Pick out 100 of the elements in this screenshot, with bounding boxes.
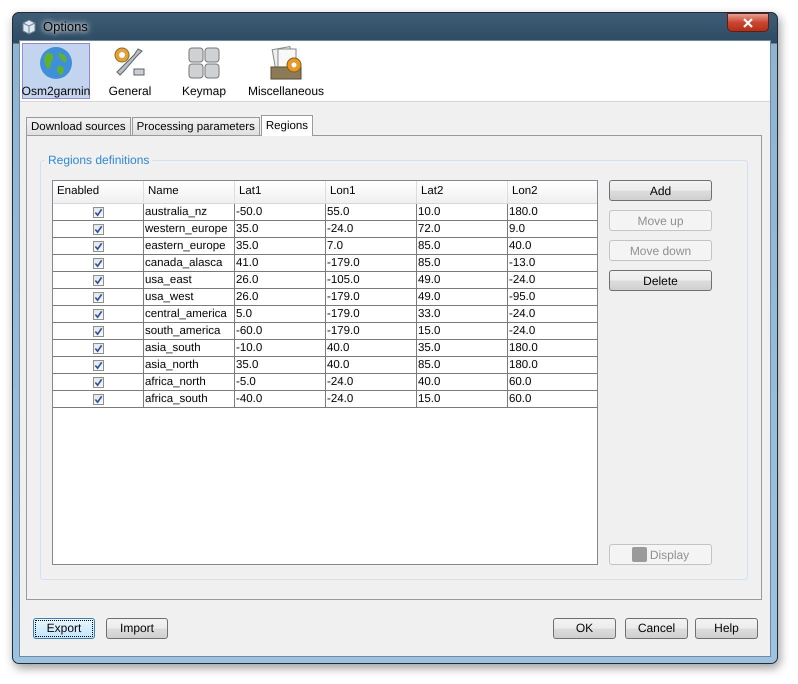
category-item[interactable]: Miscellaneous [244,43,328,99]
table-cell: 15.0 [417,323,508,339]
checkbox[interactable] [92,240,104,252]
checkbox[interactable] [92,224,104,234]
footer-button[interactable]: Help [695,618,758,638]
table-cell-text: -13.0 [508,256,536,271]
tab[interactable]: Processing parameters [132,117,260,135]
checkbox[interactable] [92,326,104,336]
table-cell: south_america [144,323,235,339]
table-cell: -24.0 [326,374,417,390]
table-cell: africa_south [144,391,235,407]
table-cell: -10.0 [235,340,326,356]
category-item[interactable]: Osm2garmin [22,43,90,99]
footer-button[interactable]: Cancel [625,618,688,638]
table-cell: 10.0 [417,204,508,220]
table-cell: 35.0 [235,238,326,254]
table-cell: asia_south [144,340,235,356]
keyboard-keys-icon [186,44,222,80]
table-cell: 41.0 [235,255,326,271]
table-cell-text: -24.0 [508,273,536,288]
table-cell: -179.0 [326,323,417,339]
app-cube-icon [21,18,37,34]
table-cell: western_europe [144,221,235,237]
table-cell-text: -24.0 [508,324,536,339]
table-cell: usa_east [144,272,235,288]
close-button[interactable] [727,13,769,32]
checkbox[interactable] [92,376,104,388]
checkbox[interactable] [92,292,104,302]
category-item[interactable]: General [96,43,164,99]
table-cell: africa_north [144,374,235,390]
table-cell: -105.0 [326,272,417,288]
table-cell-text: 9.0 [508,222,526,237]
footer-button[interactable]: Import [106,618,168,638]
table-cell: 40.0 [326,340,417,356]
checkbox[interactable] [92,274,104,286]
window-title: Options [43,19,88,34]
table-cell-text: 180.0 [508,341,539,356]
table-cell: 15.0 [417,391,508,407]
folder-gear-icon [268,44,304,80]
table-cell: usa_west [144,289,235,305]
table-cell: australia_nz [144,204,235,220]
table-cell: 85.0 [417,255,508,271]
table-cell-text: 40.0 [508,239,532,254]
column-header[interactable]: Enabled [53,181,144,203]
action-button[interactable]: Add [609,180,712,201]
table-cell: 5.0 [235,306,326,322]
checkbox[interactable] [92,258,104,268]
table-cell-text: 180.0 [508,205,539,220]
column-header[interactable]: Lat2 [417,181,508,203]
table-cell: -179.0 [326,289,417,305]
table-cell: canada_alasca [144,255,235,271]
footer-button[interactable]: Export [33,618,95,638]
table-cell: asia_north [144,357,235,373]
table-cell: 55.0 [326,204,417,220]
category-item[interactable]: Keymap [170,43,238,99]
table-cell: -24.0 [326,391,417,407]
table-cell-text: 180.0 [508,358,539,373]
table-cell: 85.0 [417,238,508,254]
table-cell-text: -95.0 [508,290,536,305]
table-cell: -179.0 [326,255,417,271]
column-header[interactable]: Lon2 [508,181,597,203]
table-cell: -24.0 [326,221,417,237]
table-cell: -60.0 [235,323,326,339]
column-header[interactable]: Lon1 [326,181,417,203]
table-cell: 26.0 [235,289,326,305]
table-cell: central_america [144,306,235,322]
table-cell: -40.0 [235,391,326,407]
table-cell: -50.0 [235,204,326,220]
column-header[interactable]: Lat1 [235,181,326,203]
table-cell: 35.0 [235,357,326,373]
table-cell: 49.0 [417,272,508,288]
table-cell: 26.0 [235,272,326,288]
table-cell: 35.0 [417,340,508,356]
checkbox[interactable] [92,394,104,404]
tab[interactable]: Regions [260,115,314,136]
table-cell: 33.0 [417,306,508,322]
checkbox[interactable] [92,342,104,354]
checkbox[interactable] [92,308,104,320]
group-title: Regions definitions [45,153,152,167]
table-cell-text: -24.0 [508,307,536,322]
table-cell: -179.0 [326,306,417,322]
table-cell: 49.0 [417,289,508,305]
globe-icon [38,44,74,80]
checkbox[interactable] [92,360,104,370]
table-cell: -5.0 [235,374,326,390]
tab[interactable]: Download sources [26,117,131,135]
checkbox[interactable] [92,206,104,218]
table-cell: 85.0 [417,357,508,373]
footer-button[interactable]: OK [553,618,616,638]
close-icon [742,18,754,28]
table-cell: 35.0 [235,221,326,237]
table-cell: 40.0 [326,357,417,373]
table-cell: 7.0 [326,238,417,254]
action-button[interactable]: Delete [609,270,712,291]
table-cell-text: 60.0 [508,375,532,390]
table-cell-text: 60.0 [508,392,532,407]
table-cell: 72.0 [417,221,508,237]
column-header[interactable]: Name [144,181,235,203]
table-cell: 40.0 [417,374,508,390]
table-cell: eastern_europe [144,238,235,254]
